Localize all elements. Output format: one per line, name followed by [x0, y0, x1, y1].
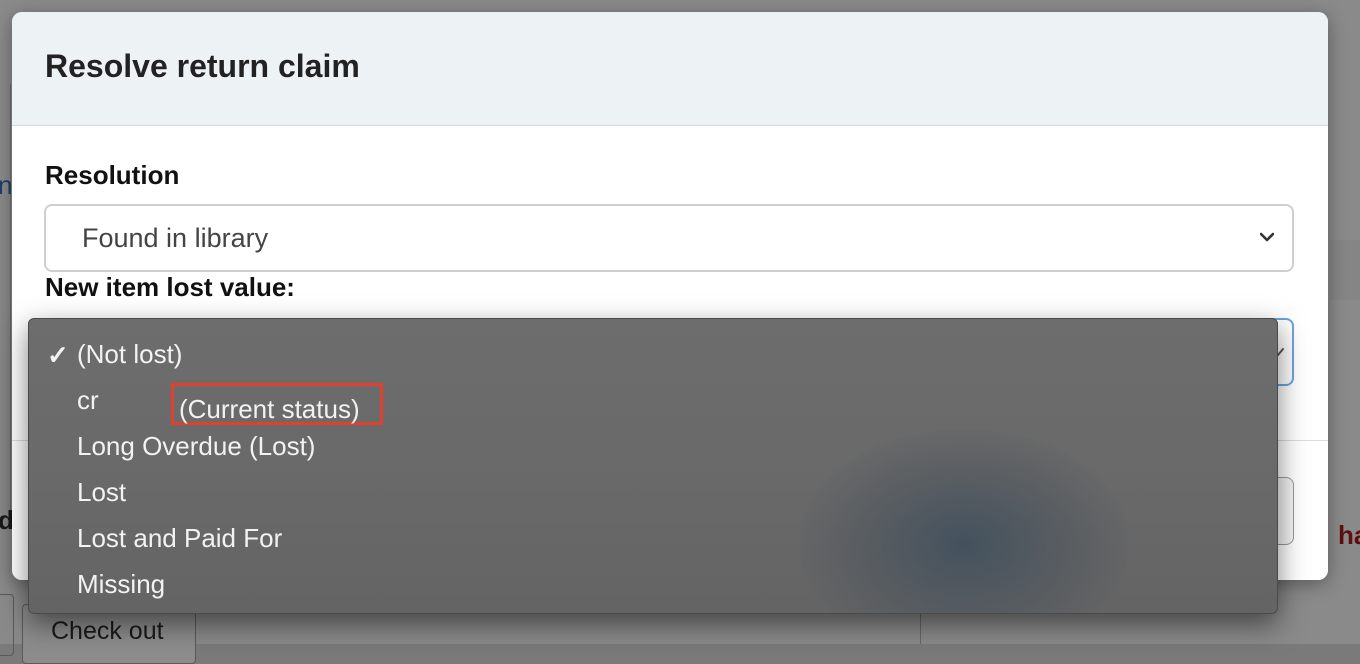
- lost-value-label: New item lost value:: [45, 272, 295, 302]
- option-label: Long Overdue (Lost): [77, 431, 316, 461]
- chevron-down-icon: [1260, 232, 1274, 242]
- modal-title: Resolve return claim: [45, 48, 360, 84]
- option-label: Lost: [77, 477, 127, 507]
- resolution-select[interactable]: Found in library: [44, 204, 1294, 272]
- option-label: Missing: [77, 569, 166, 599]
- dropdown-option-cr[interactable]: cr (Current status): [29, 377, 1277, 425]
- background-divider: [10, 84, 11, 524]
- lost-value-dropdown-menu: ✓ (Not lost) cr (Current status) Long Ov…: [28, 318, 1278, 614]
- background-warning-fragment: ha: [1338, 520, 1360, 550]
- background-link-fragment: n: [0, 170, 13, 200]
- background-input-edge: [0, 594, 14, 656]
- option-label: Lost and Paid For: [77, 523, 283, 553]
- checkmark-icon: ✓: [47, 340, 69, 370]
- dropdown-option-missing[interactable]: Missing: [29, 561, 1277, 607]
- background-panel-strip: [1330, 240, 1360, 300]
- dropdown-option-lost-and-paid-for[interactable]: Lost and Paid For: [29, 515, 1277, 561]
- resolution-selected-value: Found in library: [82, 223, 269, 253]
- dropdown-option-long-overdue[interactable]: Long Overdue (Lost): [29, 423, 1277, 469]
- modal-header: Resolve return claim: [12, 12, 1328, 126]
- dropdown-option-lost[interactable]: Lost: [29, 469, 1277, 515]
- option-label: (Not lost): [77, 339, 183, 369]
- option-code: cr: [77, 385, 99, 415]
- dropdown-option-not-lost[interactable]: ✓ (Not lost): [29, 331, 1277, 377]
- resolution-label: Resolution: [45, 160, 180, 190]
- current-status-note: (Current status): [171, 383, 383, 425]
- option-label: cr (Current status): [77, 383, 383, 425]
